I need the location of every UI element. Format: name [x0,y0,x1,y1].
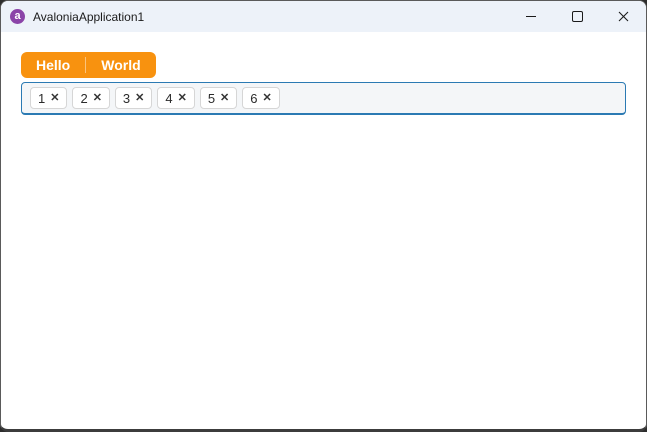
tags-input[interactable]: 1 ✕ 2 ✕ 3 ✕ 4 ✕ 5 ✕ 6 ✕ [21,82,626,115]
chip-3: 3 ✕ [114,87,153,109]
minimize-button[interactable] [508,1,554,32]
chip-6: 6 ✕ [242,87,280,109]
chip-remove-icon[interactable]: ✕ [263,92,272,104]
chip-remove-icon[interactable]: ✕ [220,92,229,104]
chip-4: 4 ✕ [157,87,195,109]
desktop: a AvaloniaApplication1 Hello World 1 ✕ 2… [0,0,647,432]
chip-remove-icon[interactable]: ✕ [135,92,144,104]
avalonia-logo-icon: a [10,9,25,24]
chip-remove-icon[interactable]: ✕ [178,92,187,104]
chip-1: 1 ✕ [30,87,68,109]
chip-5: 5 ✕ [199,87,238,109]
chip-label: 2 [80,90,88,106]
window-controls [508,1,646,32]
tab-world[interactable]: World [86,52,155,78]
titlebar: a AvaloniaApplication1 [1,1,646,32]
tab-hello[interactable]: Hello [21,52,85,78]
window-title: AvaloniaApplication1 [33,9,145,24]
app-window: a AvaloniaApplication1 Hello World 1 ✕ 2… [0,0,647,432]
minimize-icon [526,16,536,17]
chip-label: 4 [165,90,173,106]
tab-strip: Hello World [21,52,156,78]
close-icon [618,11,628,22]
maximize-icon [571,11,583,22]
maximize-button[interactable] [554,1,600,32]
chip-label: 5 [207,90,216,106]
close-button[interactable] [600,1,646,32]
chip-label: 6 [250,90,258,106]
chip-label: 3 [122,90,131,106]
chip-label: 1 [38,90,46,106]
chip-remove-icon[interactable]: ✕ [93,92,102,104]
chip-remove-icon[interactable]: ✕ [50,92,59,104]
chip-2: 2 ✕ [72,87,110,109]
window-content: Hello World 1 ✕ 2 ✕ 3 ✕ 4 ✕ 5 ✕ 6 ✕ [1,32,646,429]
